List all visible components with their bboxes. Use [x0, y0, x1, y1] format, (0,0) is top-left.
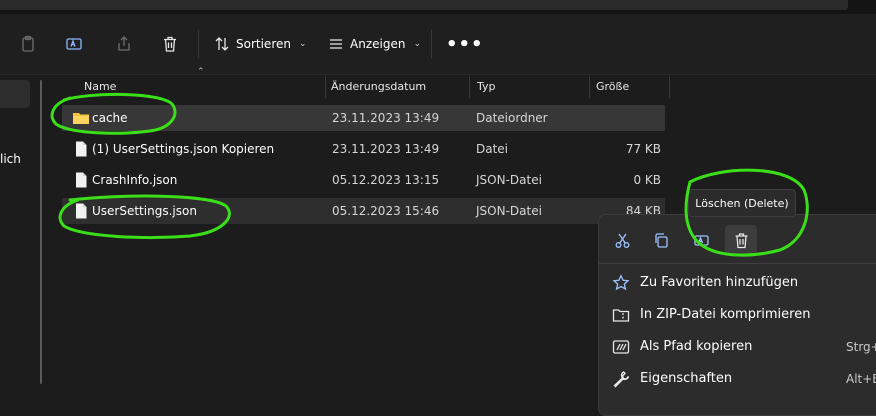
context-menu: Zu Favoriten hinzufügen In ZIP-Datei kom…	[598, 214, 876, 416]
address-field[interactable]	[0, 0, 848, 10]
toolbar-divider	[431, 30, 432, 58]
column-divider[interactable]	[669, 76, 670, 98]
command-bar: Sortieren ⌄ Anzeigen ⌄ •••	[0, 14, 876, 75]
menu-item-shortcut: Strg+	[846, 340, 876, 354]
more-options-button[interactable]: •••	[446, 36, 484, 54]
nav-item-selected[interactable]	[0, 80, 30, 108]
column-header-size[interactable]: Größe	[596, 80, 629, 100]
column-header-type[interactable]: Typ	[477, 80, 496, 100]
menu-item-compress-zip[interactable]: In ZIP-Datei komprimieren	[599, 299, 876, 331]
file-row[interactable]: (1) UserSettings.json Kopieren 23.11.202…	[62, 136, 665, 162]
cut-button[interactable]	[606, 225, 638, 255]
file-name: cache	[92, 111, 128, 125]
copy-path-icon	[612, 340, 630, 354]
file-date: 23.11.2023 13:49	[332, 111, 440, 125]
menu-item-shortcut: Alt+E	[846, 372, 876, 386]
copy-icon	[654, 232, 668, 248]
menu-item-label: In ZIP-Datei komprimieren	[640, 307, 811, 322]
menu-item-properties[interactable]: Eigenschaften Alt+E	[599, 363, 876, 395]
file-date: 05.12.2023 15:46	[332, 204, 440, 218]
file-name: CrashInfo.json	[92, 173, 178, 187]
sort-button[interactable]: Sortieren ⌄	[214, 32, 307, 56]
nav-scrollbar[interactable]	[40, 80, 42, 384]
column-divider[interactable]	[589, 76, 590, 98]
chevron-down-icon: ⌄	[413, 39, 421, 49]
wrench-icon	[613, 371, 630, 388]
column-header-name[interactable]: Name	[84, 80, 116, 100]
view-button[interactable]: Anzeigen ⌄	[328, 32, 421, 56]
menu-item-add-favorites[interactable]: Zu Favoriten hinzufügen	[599, 267, 876, 299]
file-type: JSON-Datei	[476, 204, 542, 218]
file-type: Dateiordner	[476, 111, 548, 125]
file-size: 77 KB	[625, 142, 661, 156]
file-name: UserSettings.json	[92, 204, 197, 218]
delete-tooltip: Löschen (Delete)	[688, 189, 796, 217]
file-icon	[76, 203, 87, 219]
star-icon	[612, 274, 630, 291]
file-date: 05.12.2023 13:15	[332, 173, 440, 187]
trash-icon	[735, 232, 747, 248]
file-type: Datei	[476, 142, 509, 156]
file-type: JSON-Datei	[476, 173, 542, 187]
sort-icon	[215, 37, 229, 51]
delete-icon[interactable]	[158, 32, 182, 56]
tooltip-text: Löschen (Delete)	[695, 196, 789, 210]
file-icon	[76, 172, 87, 188]
sort-label: Sortieren	[236, 37, 291, 51]
rename-button[interactable]	[685, 225, 717, 255]
column-divider[interactable]	[325, 76, 326, 98]
rename-icon	[693, 234, 709, 246]
rename-icon[interactable]	[62, 32, 86, 56]
toolbar-divider	[198, 30, 199, 58]
scissors-icon	[615, 233, 629, 248]
menu-item-label: Als Pfad kopieren	[640, 339, 753, 354]
file-row[interactable]: CrashInfo.json 05.12.2023 13:15 JSON-Dat…	[62, 167, 665, 193]
file-date: 23.11.2023 13:49	[332, 142, 440, 156]
menu-item-label: Eigenschaften	[640, 371, 733, 386]
delete-button[interactable]	[725, 225, 757, 255]
file-size: 0 KB	[633, 173, 661, 187]
view-label: Anzeigen	[350, 37, 406, 51]
file-name: (1) UserSettings.json Kopieren	[92, 142, 275, 156]
menu-item-label: Zu Favoriten hinzufügen	[640, 275, 799, 290]
address-bar-area	[0, 0, 876, 14]
file-row[interactable]: UserSettings.json 05.12.2023 15:46 JSON-…	[62, 198, 665, 224]
paste-icon[interactable]	[16, 32, 40, 56]
folder-icon	[73, 113, 89, 124]
chevron-down-icon: ⌄	[298, 39, 307, 49]
zip-folder-icon	[612, 309, 630, 322]
file-row[interactable]: cache 23.11.2023 13:49 Dateiordner	[62, 105, 665, 131]
column-header-date[interactable]: Änderungsdatum	[331, 80, 426, 100]
menu-item-copy-path[interactable]: Als Pfad kopieren Strg+	[599, 331, 876, 363]
copy-button[interactable]	[645, 225, 677, 255]
column-divider[interactable]	[469, 76, 470, 98]
nav-item-label[interactable]: lich	[0, 152, 21, 166]
share-icon[interactable]	[112, 32, 136, 56]
menu-divider	[599, 263, 876, 264]
file-icon	[76, 141, 87, 157]
view-icon	[330, 39, 342, 49]
sort-indicator-icon: ⌃	[197, 67, 205, 77]
